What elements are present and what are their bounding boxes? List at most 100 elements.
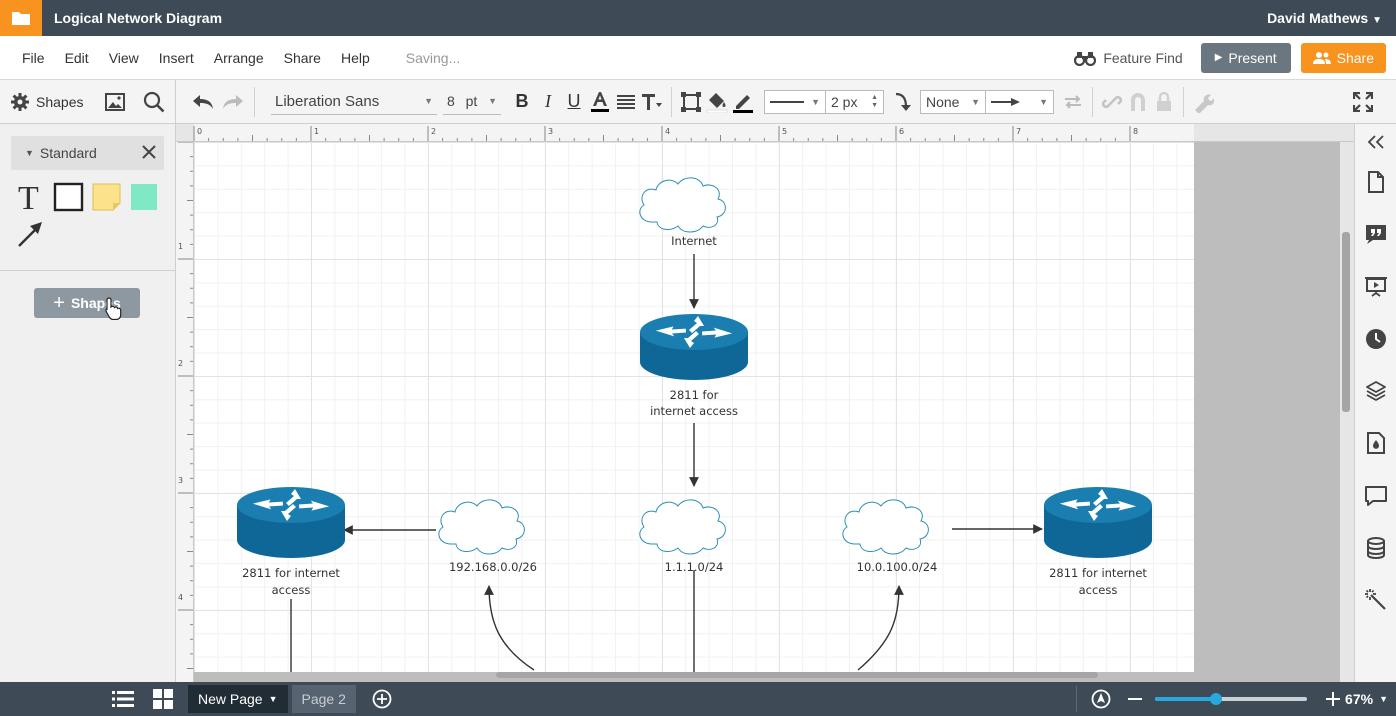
zoom-in-icon[interactable] [1325,691,1341,707]
menu-share[interactable]: Share [274,50,331,66]
page-list-icon[interactable] [112,690,134,708]
line-curve-icon[interactable] [890,89,916,115]
label-cloud-left: 192.168.0.0/26 [449,560,537,574]
line-style-preview [770,100,804,103]
document-title[interactable]: Logical Network Diagram [54,10,222,26]
cloud-internet[interactable] [639,177,726,233]
image-icon[interactable] [105,92,126,111]
lock-icon[interactable] [1151,89,1177,115]
bold-icon[interactable]: B [509,89,535,115]
block-shape[interactable] [131,184,157,210]
zoom-out-icon[interactable] [1127,691,1143,707]
bottom-bar: New Page ▼ Page 2 67% ▼ [0,682,1396,716]
page-tab-new-page[interactable]: New Page ▼ [188,685,288,713]
comment-icon[interactable] [1364,484,1388,508]
magic-wand-icon[interactable] [1364,588,1388,612]
clock-icon[interactable] [1364,327,1388,351]
zoom-level[interactable]: 67% [1345,691,1373,707]
font-size-select[interactable]: 8 pt ▼ [443,89,501,115]
caret-down-icon: ▼ [1039,96,1048,107]
horizontal-scroll-thumb[interactable] [496,672,1098,678]
menu-help[interactable]: Help [331,50,380,66]
arrow-line-shape[interactable] [18,222,42,247]
cloud-192-168-0-0[interactable] [438,499,525,555]
page-tab-page-2[interactable]: Page 2 [291,685,356,713]
cloud-10-0-100-0[interactable] [842,499,929,555]
navigate-icon[interactable] [1091,689,1111,709]
text-options-icon[interactable] [639,89,665,115]
note-shape[interactable] [92,183,121,211]
mouse-pointer-icon [105,297,122,320]
swap-arrows-icon[interactable] [1060,89,1086,115]
cloud-1-1-1-0[interactable] [639,499,726,555]
fill-color-icon[interactable] [704,89,730,115]
feature-find-button[interactable]: Feature Find [1074,50,1183,66]
font-size-value: 8 [447,93,455,109]
gear-icon[interactable] [10,92,30,112]
page-grid-icon[interactable] [153,689,173,709]
database-icon[interactable] [1364,536,1388,560]
quote-icon[interactable] [1364,222,1388,246]
line-color-icon[interactable] [730,89,756,115]
toolbar-divider [254,86,255,117]
vertical-scroll-thumb[interactable] [1342,232,1350,412]
undo-icon[interactable] [190,89,216,115]
zoom-slider-knob[interactable] [1209,693,1222,705]
close-icon[interactable] [142,144,156,162]
arrow-end-select[interactable]: ▼ [986,89,1054,114]
redo-icon[interactable] [220,89,246,115]
library-name: Standard [39,145,97,161]
share-button[interactable]: Share [1300,42,1386,73]
caret-down-icon: ▼ [971,96,980,107]
router-icon[interactable] [1044,487,1152,558]
router-icon[interactable] [640,314,748,380]
library-header-standard[interactable]: ▼ Standard [11,136,164,170]
vertical-scrollbar[interactable] [1340,142,1354,682]
caret-down-icon[interactable]: ▼ [1379,694,1388,704]
ruler-left: 1 2 3 4 [176,142,194,682]
add-page-icon[interactable] [372,689,392,709]
stepper-icon: ▲ ▼ [871,93,878,109]
wrench-icon[interactable] [1190,89,1216,115]
align-text-icon[interactable] [613,89,639,115]
menu-arrange[interactable]: Arrange [204,50,274,66]
search-icon[interactable] [143,91,165,113]
line-style-select[interactable]: ▼ [764,89,826,114]
presentation-icon[interactable] [1364,274,1388,298]
rectangle-shape[interactable] [53,182,84,212]
add-shapes-button[interactable]: + Shapes [34,288,140,318]
arrow-start-select[interactable]: None ▼ [920,89,986,114]
menu-view[interactable]: View [99,50,149,66]
theme-icon[interactable] [1364,431,1388,455]
italic-icon[interactable]: I [535,89,561,115]
present-button[interactable]: ▶ Present [1200,42,1291,73]
font-family-select[interactable]: Liberation Sans ▼ [271,89,437,115]
folder-icon[interactable] [0,0,42,36]
router-icon[interactable] [237,487,345,558]
text-shape[interactable]: T [18,182,39,217]
menu-insert[interactable]: Insert [149,50,204,66]
right-sidebar [1354,124,1396,682]
page-icon[interactable] [1364,170,1388,194]
menu-file[interactable]: File [0,50,55,66]
users-icon [1312,51,1331,64]
chevron-down-icon: ▼ [1372,15,1382,26]
label-router-top-line2: internet access [650,404,738,418]
menu-edit[interactable]: Edit [55,50,99,66]
user-menu[interactable]: David Mathews ▼ [1267,10,1382,26]
collapse-panel-icon[interactable] [1364,130,1388,154]
magnet-icon[interactable] [1125,89,1151,115]
text-color-icon[interactable] [587,89,613,115]
zoom-slider[interactable] [1155,692,1308,706]
line-width-select[interactable]: 2 px ▲ ▼ [826,89,884,114]
underline-icon[interactable]: U [561,89,587,115]
link-icon[interactable] [1099,89,1125,115]
shape-border-icon[interactable] [678,89,704,115]
caret-down-icon: ▼ [268,694,278,704]
arrow-right-icon [991,97,1020,106]
toolbar-divider [671,86,672,117]
layers-icon[interactable] [1364,379,1388,403]
fullscreen-icon[interactable] [1350,89,1376,115]
shapes-label[interactable]: Shapes [36,94,83,110]
ruler-tick-label: 4 [665,127,670,136]
